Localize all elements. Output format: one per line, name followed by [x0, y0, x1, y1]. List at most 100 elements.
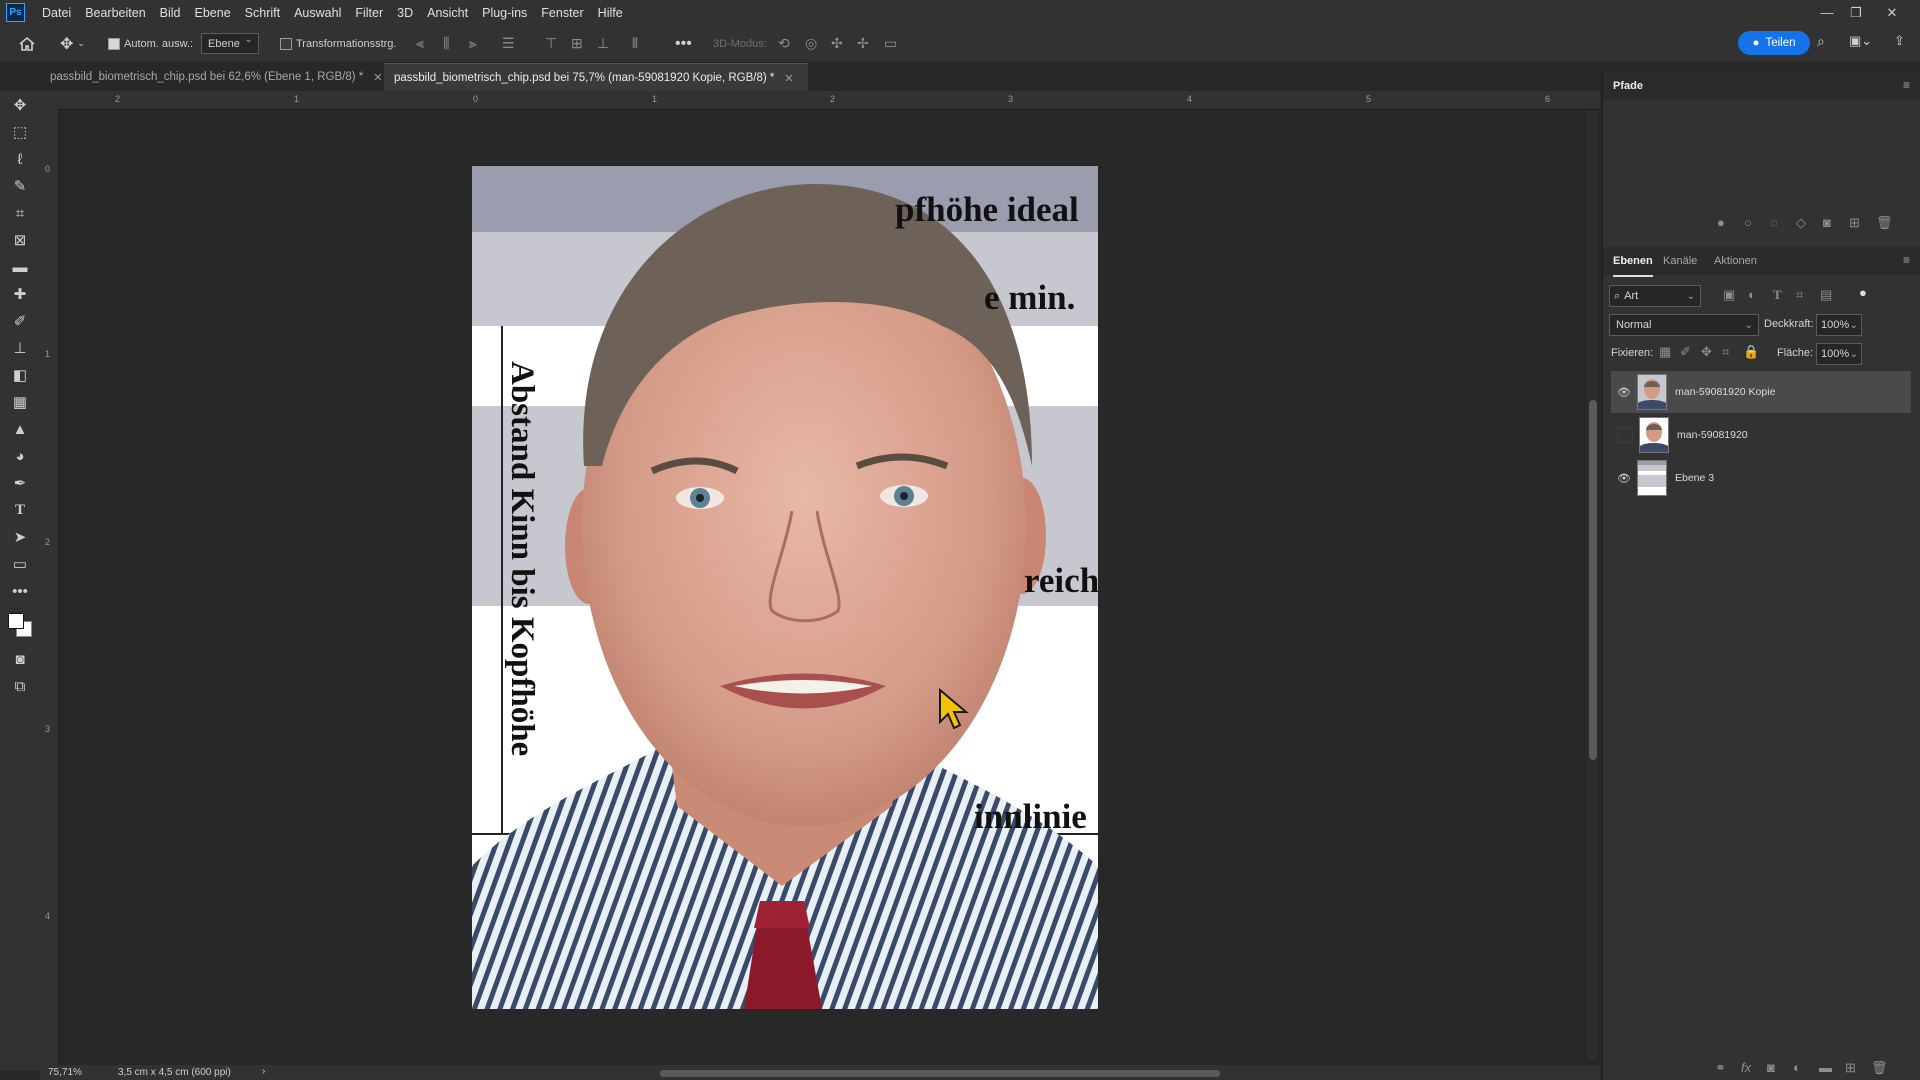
menu-ebene[interactable]: Ebene: [188, 6, 238, 20]
fill-path-icon[interactable]: ●: [1717, 215, 1725, 230]
rectangle-tool-icon[interactable]: ▭: [8, 553, 32, 575]
document-canvas[interactable]: pfhöhe ideal e min. reich innlinie Absta…: [472, 166, 1098, 1009]
selection-to-path-icon[interactable]: ◌: [1770, 215, 1778, 230]
chevron-right-icon[interactable]: ›: [262, 1066, 265, 1077]
layer-row-man-kopie[interactable]: 👁 man-59081920 Kopie: [1611, 371, 1911, 413]
blur-tool-icon[interactable]: ▲: [8, 418, 32, 440]
new-path-icon[interactable]: ⊞: [1849, 215, 1860, 231]
marquee-tool-icon[interactable]: ⬚: [8, 121, 32, 143]
new-group-icon[interactable]: ▬: [1819, 1060, 1832, 1075]
layer-row-ebene-3[interactable]: 👁 Ebene 3: [1611, 457, 1911, 499]
fx-icon[interactable]: fx: [1741, 1060, 1751, 1075]
filter-type-icon[interactable]: T: [1773, 287, 1782, 303]
menu-ansicht[interactable]: Ansicht: [420, 6, 475, 20]
transform-controls-checkbox[interactable]: Transformationsstrg.: [280, 25, 396, 62]
tab-kanaele[interactable]: Kanäle: [1663, 247, 1697, 275]
auto-select-checkbox[interactable]: Autom. ausw.:: [108, 25, 193, 62]
path-selection-icon[interactable]: ➤: [8, 526, 32, 548]
distribute-vertical-icon[interactable]: ⫴: [632, 25, 638, 62]
panel-menu-icon[interactable]: ≡: [1903, 78, 1910, 92]
align-center-icon[interactable]: ⫼: [443, 25, 449, 62]
quick-selection-icon[interactable]: ✎: [8, 175, 32, 197]
filter-shape-icon[interactable]: ⌗: [1796, 287, 1803, 303]
adjustment-layer-icon[interactable]: ◐: [1793, 1060, 1801, 1075]
delete-path-icon[interactable]: 🗑: [1876, 215, 1893, 231]
filter-toggle-icon[interactable]: ●: [1859, 285, 1867, 300]
lock-artboard-icon[interactable]: ⌗: [1722, 344, 1729, 360]
layer-row-man[interactable]: man-59081920: [1611, 414, 1911, 456]
crop-tool-icon[interactable]: ⌗: [8, 202, 32, 224]
share-button[interactable]: ● Teilen: [1738, 31, 1810, 55]
vertical-scroll-thumb[interactable]: [1589, 400, 1597, 760]
more-tools-icon[interactable]: •••: [8, 580, 32, 602]
align-right-icon[interactable]: ⫸: [469, 25, 477, 62]
align-bottom-icon[interactable]: ⊥: [597, 25, 609, 62]
foreground-color-icon[interactable]: [8, 613, 24, 629]
layer-name[interactable]: man-59081920 Kopie: [1675, 386, 1775, 398]
panel-menu-icon[interactable]: ≡: [1903, 253, 1910, 267]
move-tool-icon[interactable]: ✥ ⌄: [60, 25, 85, 62]
layer-name[interactable]: Ebene 3: [1675, 472, 1714, 484]
visibility-eye-icon[interactable]: 👁: [1617, 385, 1631, 399]
auto-select-dropdown[interactable]: Ebene: [201, 33, 259, 54]
menu-hilfe[interactable]: Hilfe: [591, 6, 630, 20]
3d-slide-icon[interactable]: ✢: [857, 25, 869, 62]
filter-pixel-icon[interactable]: ▣: [1723, 287, 1735, 303]
menu-datei[interactable]: Datei: [35, 6, 78, 20]
tab-pfade[interactable]: Pfade: [1613, 72, 1643, 100]
screen-mode-icon[interactable]: ⧉: [8, 675, 32, 697]
minimize-icon[interactable]: —: [1813, 0, 1841, 25]
pen-tool-icon[interactable]: ✒: [8, 472, 32, 494]
home-icon[interactable]: [18, 25, 36, 62]
3d-camera-icon[interactable]: ▭: [884, 25, 897, 62]
link-layers-icon[interactable]: ⚭: [1715, 1060, 1726, 1076]
align-middle-icon[interactable]: ⊞: [571, 25, 583, 62]
restore-icon[interactable]: ❐: [1842, 0, 1870, 25]
horizontal-scroll-thumb[interactable]: [660, 1070, 1220, 1077]
path-to-selection-icon[interactable]: ◇: [1796, 215, 1806, 231]
close-window-icon[interactable]: ✕: [1878, 0, 1906, 25]
opacity-input[interactable]: 100% ⌄: [1816, 314, 1862, 336]
filter-adjustment-icon[interactable]: ◐: [1748, 287, 1756, 302]
menu-filter[interactable]: Filter: [348, 6, 390, 20]
align-top-icon[interactable]: ⊤: [545, 25, 557, 62]
brush-tool-icon[interactable]: ✐: [8, 310, 32, 332]
move-tool-icon[interactable]: ✥: [8, 94, 32, 116]
lock-transparency-icon[interactable]: ▦: [1659, 344, 1671, 360]
new-layer-icon[interactable]: ⊞: [1845, 1060, 1856, 1076]
type-tool-icon[interactable]: T: [8, 499, 32, 521]
delete-layer-icon[interactable]: 🗑: [1871, 1060, 1888, 1076]
stamp-tool-icon[interactable]: ⊥: [8, 337, 32, 359]
menu-plugins[interactable]: Plug-ins: [475, 6, 534, 20]
healing-brush-icon[interactable]: ✚: [8, 283, 32, 305]
blend-mode-dropdown[interactable]: Normal ⌄: [1609, 314, 1759, 336]
tab-document-2[interactable]: passbild_biometrisch_chip.psd bei 75,7% …: [384, 63, 808, 92]
filter-smartobject-icon[interactable]: ▤: [1820, 287, 1832, 303]
layer-name[interactable]: man-59081920: [1677, 429, 1748, 441]
tab-document-1[interactable]: passbild_biometrisch_chip.psd bei 62,6% …: [40, 63, 414, 91]
menu-bearbeiten[interactable]: Bearbeiten: [78, 6, 152, 20]
3d-roll-icon[interactable]: ◎: [805, 25, 817, 62]
lasso-tool-icon[interactable]: ℓ: [8, 148, 32, 170]
3d-pan-icon[interactable]: ✣: [831, 25, 843, 62]
add-layer-mask-icon[interactable]: ◙: [1767, 1060, 1775, 1075]
zoom-level[interactable]: 75,71%: [48, 1067, 82, 1078]
workspace-icon[interactable]: ▣⌄: [1849, 33, 1875, 53]
close-tab-icon[interactable]: ✕: [373, 71, 382, 84]
lock-all-icon[interactable]: 🔒: [1743, 344, 1759, 360]
menu-schrift[interactable]: Schrift: [238, 6, 287, 20]
tab-aktionen[interactable]: Aktionen: [1714, 247, 1757, 275]
color-swatches[interactable]: [6, 611, 32, 637]
ruler-tool-icon[interactable]: ▬: [8, 256, 32, 278]
menu-fenster[interactable]: Fenster: [534, 6, 590, 20]
export-icon[interactable]: ⇪: [1894, 33, 1912, 53]
align-left-icon[interactable]: ⫷: [416, 25, 424, 62]
lock-position-icon[interactable]: ✥: [1701, 344, 1712, 360]
3d-orbit-icon[interactable]: ⟲: [778, 25, 790, 62]
dodge-tool-icon[interactable]: ◕: [8, 445, 32, 467]
visibility-eye-icon[interactable]: 👁: [1617, 471, 1631, 485]
frame-tool-icon[interactable]: ⊠: [8, 229, 32, 251]
fill-input[interactable]: 100% ⌄: [1816, 343, 1862, 365]
lock-pixels-icon[interactable]: ✐: [1680, 344, 1691, 360]
quick-mask-icon[interactable]: ◙: [8, 648, 32, 670]
